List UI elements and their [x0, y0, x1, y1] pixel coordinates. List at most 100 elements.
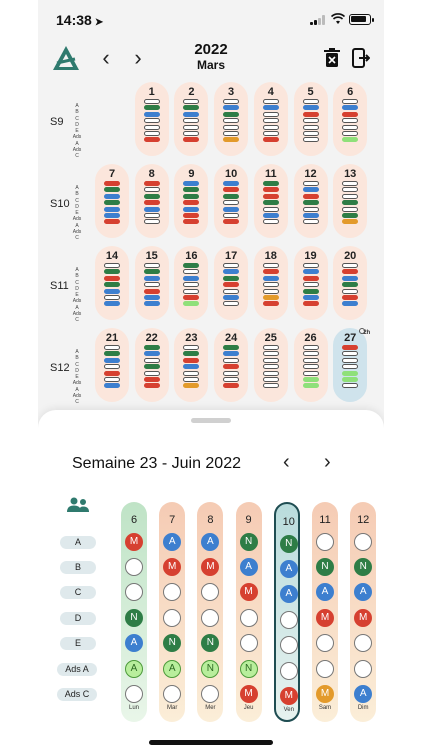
shift-cell[interactable]: N [279, 535, 298, 553]
shift-cell[interactable]: A [163, 533, 182, 551]
shift-cell[interactable]: A [201, 533, 220, 551]
shift-cell[interactable]: N [201, 660, 220, 678]
shift-bar [342, 370, 359, 376]
day-cell[interactable]: 13 [333, 164, 368, 238]
shift-cell[interactable]: M [316, 685, 334, 703]
day-cell[interactable]: 11 [253, 164, 288, 238]
day-cell[interactable]: 9 [174, 164, 209, 238]
delete-icon[interactable] [323, 48, 341, 68]
day-cell[interactable]: 2 [174, 82, 209, 156]
shift-cell[interactable] [316, 533, 334, 551]
shift-cell[interactable]: M [239, 685, 258, 703]
shift-cell[interactable]: N [239, 533, 258, 551]
day-cell[interactable]: 25 [253, 328, 288, 402]
shift-cell[interactable]: M [239, 583, 258, 601]
next-month-button[interactable]: › [128, 47, 148, 70]
shift-cell[interactable]: A [354, 685, 373, 703]
row-legend-letter: Ads C [72, 393, 82, 406]
shift-cell[interactable] [239, 634, 258, 652]
day-cell[interactable]: 26 [293, 328, 328, 402]
day-column[interactable]: 8 A M N N Mer [197, 502, 224, 722]
day-cell[interactable]: 3 [214, 82, 249, 156]
shift-cell[interactable]: A [125, 660, 143, 678]
shift-cell[interactable]: N [125, 609, 143, 627]
shift-cell[interactable]: M [163, 558, 182, 576]
shift-cell[interactable] [163, 583, 182, 601]
shift-cell[interactable] [125, 558, 143, 576]
shift-cell[interactable]: M [125, 533, 143, 551]
shift-cell[interactable] [316, 634, 334, 652]
day-cell[interactable]: 27 2h [333, 328, 370, 402]
day-cell[interactable]: 8 [134, 164, 169, 238]
shift-cell[interactable]: A [239, 558, 258, 576]
day-cell[interactable]: 18 [253, 246, 288, 320]
shift-cell[interactable]: A [354, 583, 373, 601]
day-cell[interactable]: 1 [134, 82, 169, 156]
shift-cell[interactable]: M [316, 609, 334, 627]
shift-bar [342, 105, 359, 111]
day-cell[interactable]: 21 [95, 328, 129, 402]
shift-cell[interactable]: N [201, 634, 220, 652]
shift-cell[interactable] [279, 611, 298, 629]
shift-cell[interactable]: A [279, 560, 298, 578]
shift-cell[interactable]: A [316, 583, 334, 601]
previous-month-button[interactable]: ‹ [96, 47, 116, 70]
shift-cell[interactable]: N [163, 634, 182, 652]
day-cell[interactable]: 14 [95, 246, 129, 320]
day-cell[interactable]: 24 [214, 328, 249, 402]
day-cell[interactable]: 6 [333, 82, 368, 156]
day-cell[interactable]: 16 [174, 246, 209, 320]
shift-cell[interactable]: M [201, 558, 220, 576]
shift-cell[interactable] [201, 583, 220, 601]
day-column[interactable]: 10 N A A M Ven [273, 502, 300, 722]
shift-bar [262, 370, 279, 376]
shift-cell[interactable] [163, 685, 182, 703]
shift-bar [104, 294, 120, 300]
shift-cell[interactable] [316, 660, 334, 678]
day-cell[interactable]: 23 [174, 328, 209, 402]
day-cell[interactable]: 15 [134, 246, 169, 320]
day-column[interactable]: 9 N A M N M Jeu [235, 502, 262, 722]
shift-bar [104, 370, 120, 376]
shift-cell[interactable] [354, 660, 373, 678]
day-column[interactable]: 7 A M N A Mar [159, 502, 186, 722]
export-icon[interactable] [352, 48, 370, 68]
day-cell[interactable]: 22 [134, 328, 169, 402]
day-cell[interactable]: 5 [293, 82, 328, 156]
day-cell[interactable]: 10 [214, 164, 249, 238]
shift-cell[interactable]: M [279, 687, 298, 705]
day-cell[interactable]: 12 [293, 164, 328, 238]
shift-cell[interactable] [163, 609, 182, 627]
shift-cell[interactable]: A [125, 634, 143, 652]
shift-cell[interactable] [125, 685, 143, 703]
day-column[interactable]: 11 N A M M Sam [312, 502, 338, 722]
shift-cell[interactable] [201, 609, 220, 627]
shift-cell[interactable] [279, 662, 298, 680]
shift-cell[interactable]: M [354, 609, 373, 627]
day-column[interactable]: 12 N A M A Dim [350, 502, 377, 722]
shift-cell[interactable] [239, 609, 258, 627]
day-number: 17 [224, 250, 238, 262]
day-cell[interactable]: 7 [95, 164, 129, 238]
day-cell[interactable]: 17 [214, 246, 249, 320]
shift-bar [342, 124, 359, 130]
shift-cell[interactable] [354, 634, 373, 652]
shift-cell[interactable]: N [316, 558, 334, 576]
day-cell[interactable]: 19 [293, 246, 328, 320]
shift-cell[interactable]: A [163, 660, 182, 678]
shift-cell[interactable]: N [354, 558, 373, 576]
shift-cell[interactable] [279, 636, 298, 654]
shift-bar [302, 105, 319, 111]
shift-cell[interactable]: N [239, 660, 258, 678]
shift-cell[interactable] [201, 685, 220, 703]
next-week-button[interactable]: › [324, 451, 331, 474]
day-cell[interactable]: 4 [253, 82, 288, 156]
day-cell[interactable]: 20 [333, 246, 368, 320]
shift-cell[interactable] [125, 583, 143, 601]
previous-week-button[interactable]: ‹ [283, 451, 290, 474]
sheet-grabber[interactable] [191, 418, 231, 423]
shift-cell[interactable] [354, 533, 373, 551]
shift-cell[interactable]: A [279, 585, 298, 603]
shift-bar [302, 345, 319, 350]
day-column[interactable]: 6 M N A A Lun [121, 502, 147, 722]
